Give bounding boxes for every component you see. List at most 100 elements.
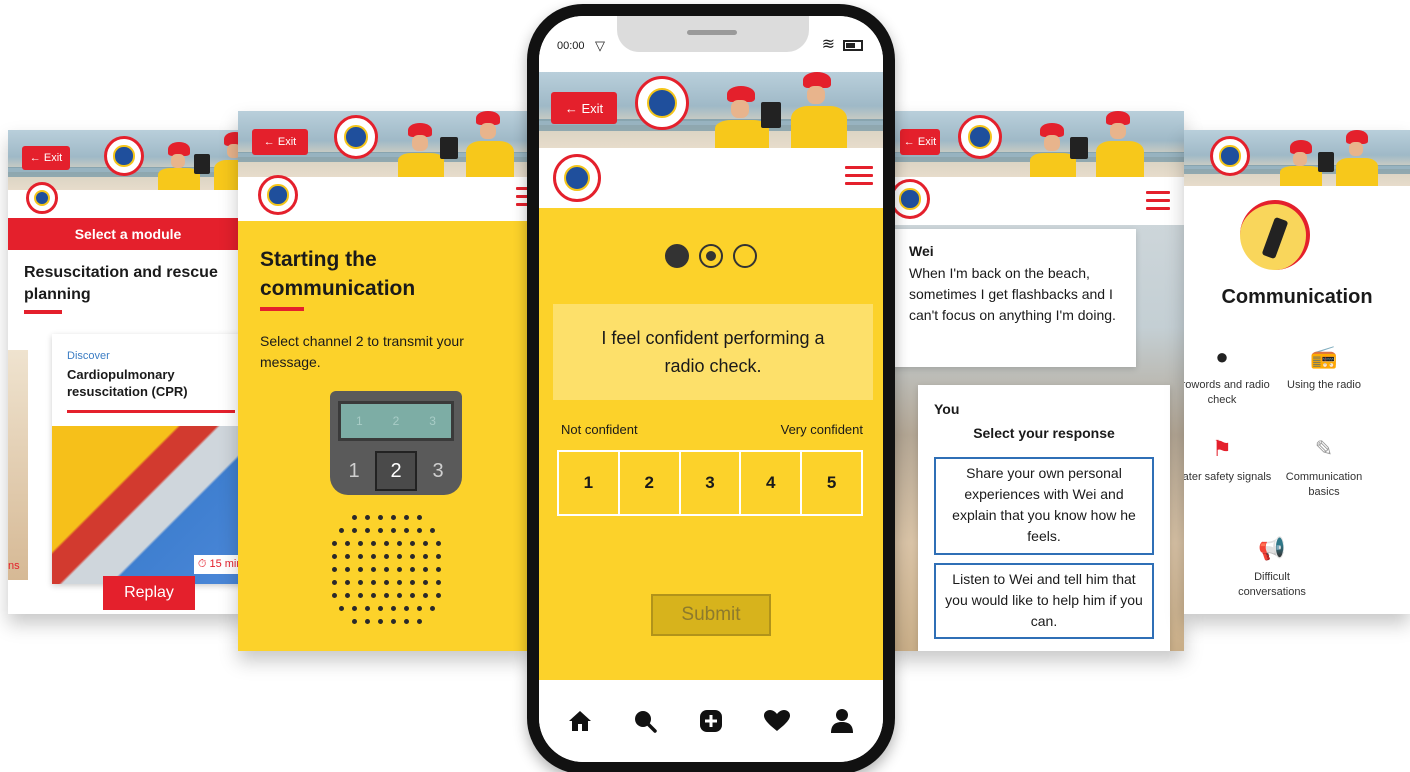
speaker-dot [345, 554, 350, 559]
topic-using-radio[interactable]: 📻 Using the radio [1274, 344, 1374, 393]
channel-1-button[interactable]: 1 [333, 451, 375, 491]
scale-option-5[interactable]: 5 [802, 452, 861, 514]
module-tag: Discover [67, 350, 110, 362]
exit-button[interactable]: ← Exit [252, 129, 308, 155]
search-icon[interactable] [630, 706, 660, 736]
topic-difficult-conversations[interactable]: 📢 Difficult conversations [1222, 536, 1322, 600]
battery-icon [843, 40, 863, 51]
channel-2-button[interactable]: 2 [375, 451, 417, 491]
progress-dot-1 [665, 244, 689, 268]
speaker-dot [377, 528, 383, 533]
speaker-dot [358, 580, 363, 585]
speaker-dot [371, 580, 376, 585]
bottom-nav [539, 680, 883, 762]
speaker-dot [423, 554, 428, 559]
lifesaver-image [1280, 138, 1322, 186]
note-icon: ✎ [1314, 436, 1334, 461]
screen-channel-1: 1 [355, 414, 363, 428]
starting-communication-screen: ← Exit Starting the communication Select… [238, 111, 530, 651]
exit-button[interactable]: ← Exit [22, 146, 70, 170]
radio-screen: 1 2 3 [338, 401, 454, 441]
title-underline [260, 307, 304, 311]
speaker-dot [358, 593, 363, 598]
exit-button[interactable]: ← Exit [551, 92, 617, 124]
whistle-icon: ● [1215, 344, 1229, 369]
module-select-screen: ← Exit Select a module Resuscitation and… [8, 130, 248, 614]
speaker-dot [338, 606, 344, 611]
replay-button[interactable]: Replay [103, 576, 195, 610]
speaker-dot [416, 619, 422, 624]
speaker-dot [364, 515, 370, 520]
profile-icon[interactable] [827, 706, 857, 736]
topic-label: Water safety signals [1184, 471, 1272, 483]
speaker-dot [436, 580, 441, 585]
screen-channel-2: 2 [392, 414, 400, 428]
speaker-dot [364, 619, 370, 624]
megaphone-icon: 📢 [1258, 536, 1286, 561]
speaker-dot [436, 541, 441, 546]
conversation-screen: ← Exit Wei When I'm back on the beach, s… [890, 111, 1184, 651]
communication-topics-screen: Communication ● Prowords and radio check… [1184, 130, 1410, 614]
status-time: 00:00 [557, 40, 585, 52]
submit-button[interactable]: Submit [651, 594, 771, 636]
surf-life-saving-logo [258, 175, 298, 215]
speaker-dot [332, 554, 337, 559]
module-title-underline [67, 410, 235, 413]
scale-option-4[interactable]: 4 [741, 452, 803, 514]
select-module-header: Select a module [8, 218, 248, 250]
speaker-dot [397, 541, 402, 546]
response-option-1[interactable]: Share your own personal experiences with… [934, 457, 1154, 555]
title-underline [24, 310, 62, 314]
question-box: I feel confident performing a radio chec… [553, 304, 873, 400]
exit-label: ← Exit [263, 136, 297, 148]
speaker-name: Wei [909, 243, 934, 259]
page-title: Communication [1221, 286, 1373, 308]
speaker-dot [416, 515, 422, 520]
scale-option-2[interactable]: 2 [620, 452, 681, 514]
channel-3-button[interactable]: 3 [417, 451, 459, 491]
speaker-dot [410, 593, 415, 598]
scale-option-3[interactable]: 3 [681, 452, 742, 514]
topic-prowords[interactable]: ● Prowords and radio check [1184, 344, 1272, 408]
previous-module-thumbnail[interactable] [8, 350, 28, 580]
speaker-dot [390, 619, 396, 624]
speaker-dot [345, 593, 350, 598]
speaker-dot [410, 580, 415, 585]
previous-module-duration-fragment: ns [8, 560, 20, 572]
topic-water-safety[interactable]: ⚑ Water safety signals [1184, 436, 1272, 485]
module-card[interactable]: Discover Cardiopulmonary resuscitation (… [52, 334, 248, 584]
exit-label: ← Exit [29, 152, 63, 164]
flag-icon: ⚑ [1212, 436, 1232, 461]
topic-label: Using the radio [1287, 379, 1361, 391]
topic-label: Communication basics [1285, 471, 1363, 498]
page-title: Starting the communication [260, 248, 416, 300]
surf-life-saving-logo [26, 182, 58, 214]
lifesaver-image [398, 121, 444, 177]
speaker-dot [436, 593, 441, 598]
surf-life-saving-logo [635, 76, 689, 130]
speaker-dot [384, 567, 389, 572]
top-bar [890, 177, 1184, 225]
progress-dot-2 [699, 244, 723, 268]
hamburger-menu-icon[interactable] [845, 166, 873, 190]
speaker-dot [403, 528, 409, 533]
speaker-dot [397, 580, 402, 585]
add-icon[interactable] [696, 706, 726, 736]
exit-button[interactable]: ← Exit [900, 129, 940, 155]
top-bar [539, 148, 883, 208]
speaker-dot [358, 541, 363, 546]
scale-option-1[interactable]: 1 [559, 452, 620, 514]
hamburger-menu-icon[interactable] [1146, 191, 1170, 215]
speaker-dot [410, 567, 415, 572]
speaker-dot [371, 567, 376, 572]
speaker-dot [436, 554, 441, 559]
topic-communication-basics[interactable]: ✎ Communication basics [1274, 436, 1374, 500]
surf-life-saving-logo [334, 115, 378, 159]
confidence-scale: 1 2 3 4 5 [557, 450, 863, 516]
speaker-dot [358, 554, 363, 559]
response-option-2[interactable]: Listen to Wei and tell him that you woul… [934, 563, 1154, 639]
home-icon[interactable] [565, 706, 595, 736]
speaker-dot [384, 554, 389, 559]
speaker-dot [358, 567, 363, 572]
heart-icon[interactable] [762, 706, 792, 736]
